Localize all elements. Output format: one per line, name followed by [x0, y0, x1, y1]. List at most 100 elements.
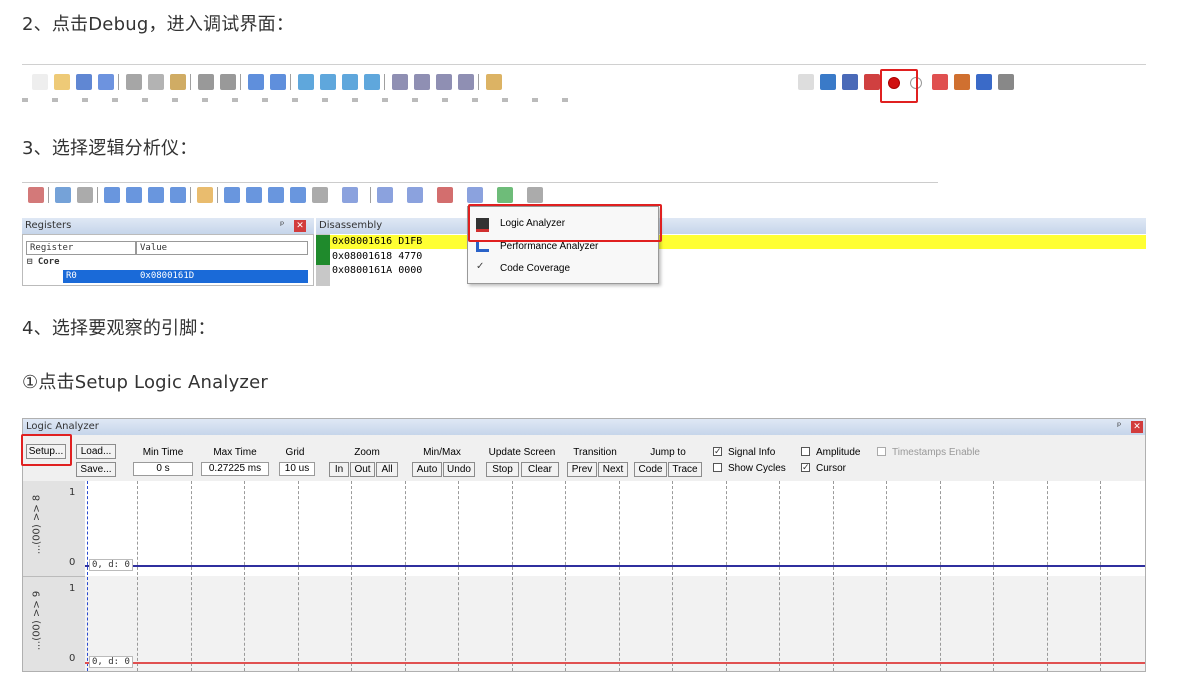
- reset-icon[interactable]: [28, 187, 44, 203]
- signal-2-low-label: 0: [69, 653, 76, 664]
- amplitude-checkbox[interactable]: [801, 447, 810, 456]
- grid-line: [511, 481, 513, 671]
- debug-icon[interactable]: [864, 74, 880, 90]
- breakpoint-kill-all-icon[interactable]: [954, 74, 970, 90]
- stop-icon[interactable]: [77, 187, 93, 203]
- watch-window-icon[interactable]: [342, 187, 358, 203]
- unindent-icon[interactable]: [414, 74, 430, 90]
- transition-prev-button[interactable]: Prev: [567, 462, 597, 477]
- minmax-undo-button[interactable]: Undo: [443, 462, 475, 477]
- transition-next-button[interactable]: Next: [598, 462, 628, 477]
- nav-back-icon[interactable]: [248, 74, 264, 90]
- disassembly-title: Disassembly: [319, 220, 383, 231]
- breakpoint-kill-icon[interactable]: [932, 74, 948, 90]
- options-icon[interactable]: [998, 74, 1014, 90]
- zoom-label: Zoom: [354, 447, 380, 458]
- disasm-line-3[interactable]: 0x0800161A 0000: [332, 265, 422, 276]
- menu-item-label: Performance Analyzer: [500, 241, 599, 252]
- window-layout-icon[interactable]: [976, 74, 992, 90]
- max-time-label: Max Time: [213, 447, 257, 458]
- show-next-statement-icon[interactable]: [197, 187, 213, 203]
- registers-group-core[interactable]: ⊟ Core: [27, 257, 60, 267]
- max-time-value: 0.27225 ms: [201, 462, 269, 476]
- step-into-icon[interactable]: [104, 187, 120, 203]
- close-icon[interactable]: ✕: [294, 220, 306, 232]
- bookmark-icon[interactable]: [298, 74, 314, 90]
- menu-item-label: Code Coverage: [500, 263, 571, 274]
- symbols-window-icon[interactable]: [268, 187, 284, 203]
- zoom-out-button[interactable]: Out: [350, 462, 375, 477]
- run-icon[interactable]: [55, 187, 71, 203]
- save-icon[interactable]: [76, 74, 92, 90]
- update-clear-button[interactable]: Clear: [521, 462, 559, 477]
- jump-code-button[interactable]: Code: [634, 462, 667, 477]
- signal-1-name[interactable]: ...(00) >> 8: [27, 489, 47, 569]
- system-viewer-icon[interactable]: [497, 187, 513, 203]
- new-file-icon[interactable]: [32, 74, 48, 90]
- comment-icon[interactable]: [436, 74, 452, 90]
- step2-heading: 2、点击Debug，进入调试界面：: [22, 14, 295, 35]
- setup-button-highlight: [21, 434, 72, 466]
- translate-icon[interactable]: [820, 74, 836, 90]
- signal-2-trace: [85, 662, 1145, 664]
- memory-window-icon[interactable]: [377, 187, 393, 203]
- open-folder-icon[interactable]: [54, 74, 70, 90]
- close-icon[interactable]: ✕: [1131, 421, 1143, 433]
- pin-icon[interactable]: ᵖ: [1117, 419, 1121, 435]
- cursor-line: [87, 481, 88, 671]
- pin-icon[interactable]: ᵖ: [280, 218, 284, 234]
- menu-item-code-coverage[interactable]: ✓ Code Coverage: [470, 260, 654, 278]
- registers-window-icon[interactable]: [290, 187, 306, 203]
- cursor-checkbox[interactable]: ✓: [801, 463, 810, 473]
- serial-window-icon[interactable]: [407, 187, 423, 203]
- signal-2-name[interactable]: ...(00) >> 9: [27, 585, 47, 665]
- timestamps-checkbox[interactable]: [877, 447, 886, 456]
- redo-icon[interactable]: [220, 74, 236, 90]
- zoom-all-button[interactable]: All: [376, 462, 398, 477]
- target-select-icon[interactable]: [798, 74, 814, 90]
- performance-analyzer-icon: [476, 241, 489, 252]
- bookmark-clear-icon[interactable]: [364, 74, 380, 90]
- bookmark-next-icon[interactable]: [342, 74, 358, 90]
- nav-forward-icon[interactable]: [270, 74, 286, 90]
- call-stack-icon[interactable]: [312, 187, 328, 203]
- disasm-line-1[interactable]: 0x08001616 D1FB: [332, 236, 422, 247]
- uncomment-icon[interactable]: [458, 74, 474, 90]
- jump-trace-button[interactable]: Trace: [668, 462, 702, 477]
- grid-line: [404, 481, 406, 671]
- disasm-line-2[interactable]: 0x08001618 4770: [332, 251, 422, 262]
- register-row-r0[interactable]: R0 0x0800161D: [43, 270, 308, 283]
- copy-icon[interactable]: [148, 74, 164, 90]
- save-all-icon[interactable]: [98, 74, 114, 90]
- signal-info-checkbox[interactable]: ✓: [713, 447, 722, 457]
- waveform-area[interactable]: 0, d: 0 0, d: 0: [85, 481, 1145, 671]
- analysis-window-icon[interactable]: [437, 187, 453, 203]
- run-to-cursor-icon[interactable]: [170, 187, 186, 203]
- main-toolbar: [22, 64, 1146, 104]
- step-out-icon[interactable]: [148, 187, 164, 203]
- step4a-heading: ①点击Setup Logic Analyzer: [22, 372, 268, 393]
- show-cycles-checkbox[interactable]: [713, 463, 722, 472]
- load-button[interactable]: Load...: [76, 444, 116, 459]
- disassembly-pane: 0x08001616 D1FB 0x08001618 4770 0x080016…: [316, 234, 1146, 286]
- indent-icon[interactable]: [392, 74, 408, 90]
- paste-icon[interactable]: [170, 74, 186, 90]
- toolbox-icon[interactable]: [527, 187, 543, 203]
- grid-line: [1046, 481, 1048, 671]
- save-button[interactable]: Save...: [76, 462, 116, 477]
- minmax-auto-button[interactable]: Auto: [412, 462, 442, 477]
- trace-window-icon[interactable]: [467, 187, 483, 203]
- grid-line: [244, 481, 245, 671]
- grid-line: [779, 481, 780, 671]
- build-icon[interactable]: [842, 74, 858, 90]
- cut-icon[interactable]: [126, 74, 142, 90]
- find-in-files-icon[interactable]: [486, 74, 502, 90]
- command-window-icon[interactable]: [224, 187, 240, 203]
- update-stop-button[interactable]: Stop: [486, 462, 519, 477]
- disassembly-window-icon[interactable]: [246, 187, 262, 203]
- undo-icon[interactable]: [198, 74, 214, 90]
- step-over-icon[interactable]: [126, 187, 142, 203]
- update-screen-label: Update Screen: [488, 447, 556, 458]
- bookmark-prev-icon[interactable]: [320, 74, 336, 90]
- zoom-in-button[interactable]: In: [329, 462, 349, 477]
